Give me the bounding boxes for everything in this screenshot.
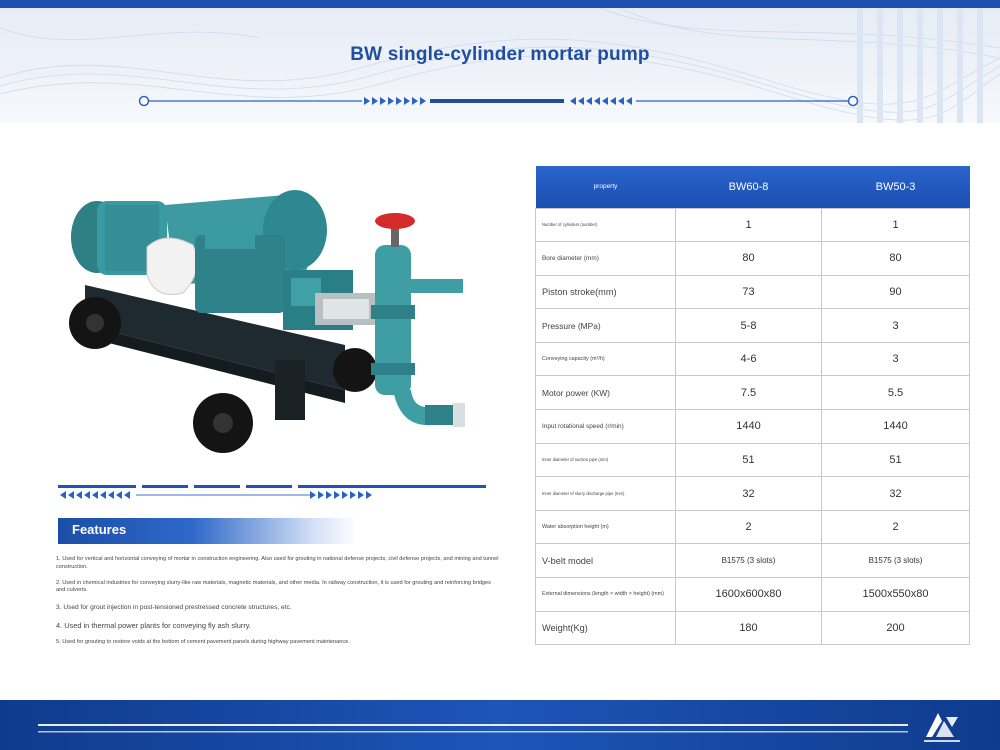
row-label: Weight(Kg) xyxy=(535,610,676,646)
features-list: 1. Used for vertical and horizontal conv… xyxy=(56,556,501,655)
row-value-bw50-3: 1500x550x80 xyxy=(821,577,970,612)
row-value-bw50-3: B1575 (3 slots) xyxy=(821,543,970,579)
table-row: Conveying capacity (m³/h) 4-6 3 xyxy=(535,341,970,377)
table-row: Inner diameter of suction pipe (mm) 51 5… xyxy=(535,442,970,478)
spec-table: property BW60-8 BW50-3 Number of cylinde… xyxy=(535,166,970,646)
feature-item: 5. Used for grouting to restore voids at… xyxy=(56,638,350,645)
left-arrows-icon xyxy=(570,97,632,105)
row-value-bw60-8: 4-6 xyxy=(675,341,822,377)
pressure-handwheel xyxy=(375,213,415,229)
feature-item: 3. Used for grout injection in post-tens… xyxy=(56,604,292,612)
table-row: V-belt model B1575 (3 slots) B1575 (3 sl… xyxy=(535,543,970,579)
row-value-bw50-3: 32 xyxy=(821,476,970,511)
header-model-bw60-8: BW60-8 xyxy=(675,166,822,208)
table-row: Water absorption height (m) 2 2 xyxy=(535,509,970,545)
row-label: Piston stroke(mm) xyxy=(535,274,676,310)
row-value-bw60-8: 2 xyxy=(675,509,822,545)
row-label: Number of cylinders (number) xyxy=(535,207,676,243)
right-arrows-icon xyxy=(310,491,372,499)
row-value-bw50-3: 3 xyxy=(821,341,970,377)
row-value-bw60-8: 7.5 xyxy=(675,375,822,411)
table-row: Weight(Kg) 180 200 xyxy=(535,610,970,646)
row-value-bw60-8: 80 xyxy=(675,241,822,276)
features-title: Features xyxy=(72,522,127,537)
table-row: Pressure (MPa) 5-8 3 xyxy=(535,308,970,343)
row-value-bw50-3: 90 xyxy=(821,274,970,310)
row-label: V-belt model xyxy=(535,543,676,579)
row-label: Inner diameter of suction pipe (mm) xyxy=(535,442,676,478)
row-value-bw60-8: 5-8 xyxy=(675,308,822,343)
row-value-bw60-8: 1 xyxy=(675,207,822,243)
header-model-bw50-3: BW50-3 xyxy=(821,166,970,208)
row-value-bw50-3: 1 xyxy=(821,207,970,243)
row-label: Input rotational speed (r/min) xyxy=(535,409,676,444)
row-value-bw50-3: 80 xyxy=(821,241,970,276)
row-value-bw60-8: 1600x600x80 xyxy=(675,577,822,612)
row-value-bw60-8: 180 xyxy=(675,610,822,646)
company-logo-icon xyxy=(924,713,960,742)
title-divider xyxy=(138,95,859,107)
footer-band xyxy=(0,700,1000,750)
row-label: Conveying capacity (m³/h) xyxy=(535,341,676,377)
row-label: Pressure (MPa) xyxy=(535,308,676,343)
row-value-bw60-8: 51 xyxy=(675,442,822,478)
table-row: Number of cylinders (number) 1 1 xyxy=(535,207,970,243)
row-value-bw50-3: 3 xyxy=(821,308,970,343)
row-value-bw50-3: 51 xyxy=(821,442,970,478)
feature-item: 2. Used in chemical industries for conve… xyxy=(56,579,491,594)
row-label: Bore diameter (mm) xyxy=(535,241,676,276)
row-label: Inner diameter of slurry discharge pipe … xyxy=(535,476,676,511)
row-value-bw60-8: B1575 (3 slots) xyxy=(675,543,822,579)
row-value-bw50-3: 2 xyxy=(821,509,970,545)
features-header: Features xyxy=(58,518,358,544)
row-label: Water absorption height (m) xyxy=(535,509,676,545)
table-header-row: property BW60-8 BW50-3 xyxy=(535,166,970,208)
mortar-pump-image xyxy=(69,190,465,453)
table-row: Inner diameter of slurry discharge pipe … xyxy=(535,476,970,511)
feature-item: 1. Used for vertical and horizontal conv… xyxy=(56,556,499,570)
table-row: Input rotational speed (r/min) 1440 1440 xyxy=(535,409,970,444)
top-accent-bar xyxy=(0,0,1000,8)
row-value-bw50-3: 1440 xyxy=(821,409,970,444)
row-label: Motor power (KW) xyxy=(535,375,676,411)
wheel-rear xyxy=(333,348,377,392)
feature-item: 4. Used in thermal power plants for conv… xyxy=(56,620,251,630)
row-value-bw60-8: 1440 xyxy=(675,409,822,444)
row-value-bw50-3: 200 xyxy=(821,610,970,646)
section-divider xyxy=(58,485,486,499)
table-row: Piston stroke(mm) 73 90 xyxy=(535,274,970,310)
row-value-bw50-3: 5.5 xyxy=(821,375,970,411)
table-row: Bore diameter (mm) 80 80 xyxy=(535,241,970,276)
table-row: Motor power (KW) 7.5 5.5 xyxy=(535,375,970,411)
left-arrows-icon xyxy=(60,491,130,499)
footer-rules xyxy=(38,724,908,733)
row-label: External dimensions (length × width × he… xyxy=(535,577,676,612)
table-row: External dimensions (length × width × he… xyxy=(535,577,970,612)
right-arrows-icon xyxy=(364,97,426,105)
row-value-bw60-8: 73 xyxy=(675,274,822,310)
header-property: property xyxy=(535,166,676,208)
page-title: BW single-cylinder mortar pump xyxy=(350,44,650,65)
row-value-bw60-8: 32 xyxy=(675,476,822,511)
